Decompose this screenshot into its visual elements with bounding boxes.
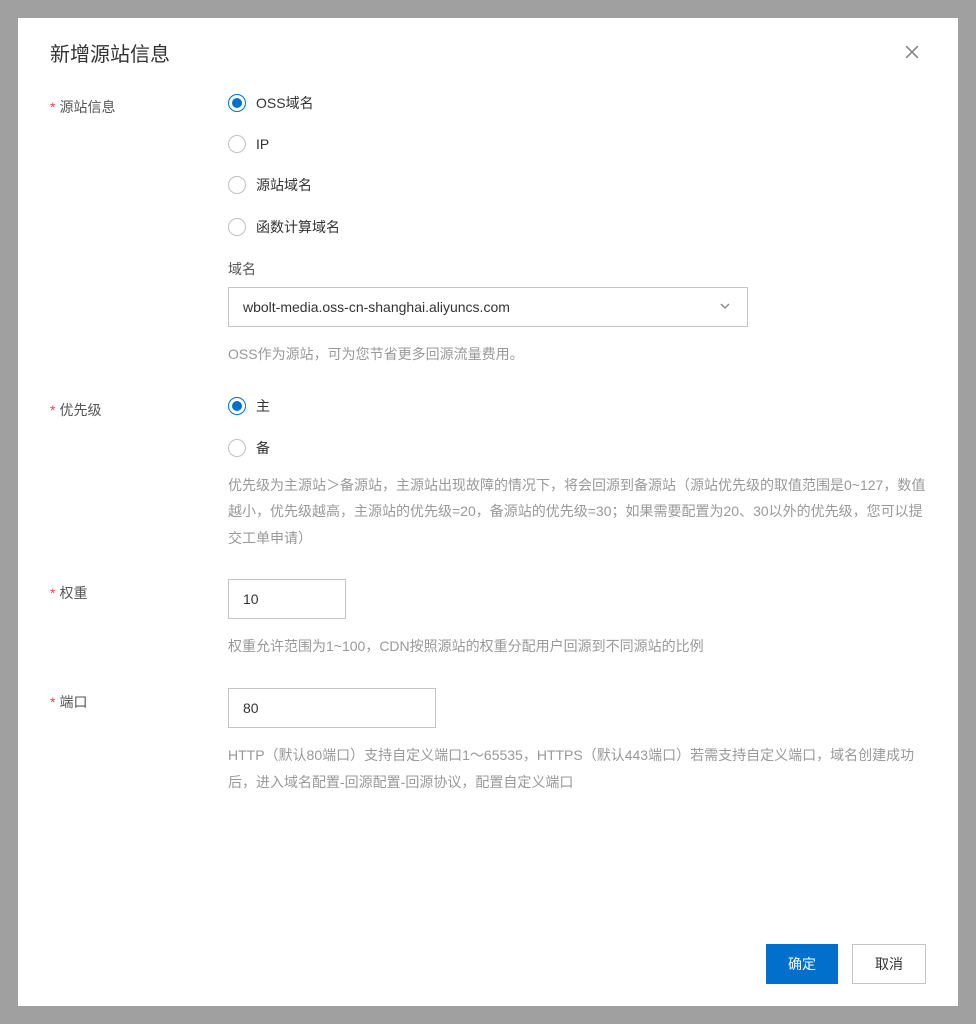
radio-fc[interactable]: 函数计算域名 [228,217,926,237]
radio-circle-icon [228,176,246,194]
radio-circle-icon [228,135,246,153]
radio-primary[interactable]: 主 [228,396,926,416]
radio-label: 函数计算域名 [256,217,340,237]
domain-select[interactable]: wbolt-media.oss-cn-shanghai.aliyuncs.com [228,287,748,327]
origin-help-text: OSS作为源站，可为您节省更多回源流量费用。 [228,341,926,368]
modal-header: 新增源站信息 [18,18,958,81]
priority-help-text: 优先级为主源站＞备源站，主源站出现故障的情况下，将会回源到备源站（源站优先级的取… [228,472,926,552]
port-content: HTTP（默认80端口）支持自定义端口1～65535，HTTPS（默认443端口… [228,688,926,795]
chevron-down-icon [717,298,733,317]
radio-label: 源站域名 [256,175,312,195]
radio-label: OSS域名 [256,93,314,113]
form-row-origin: *源站信息 OSS域名 IP 源站域名 [50,93,926,368]
origin-content: OSS域名 IP 源站域名 函数计算域名 域名 [228,93,926,368]
close-button[interactable] [898,38,926,71]
domain-select-value: wbolt-media.oss-cn-shanghai.aliyuncs.com [243,299,510,315]
modal-dialog: 新增源站信息 *源站信息 OSS域名 IP [18,18,958,1006]
form-row-port: *端口 HTTP（默认80端口）支持自定义端口1～65535，HTTPS（默认4… [50,688,926,795]
radio-circle-icon [228,397,246,415]
form-row-weight: *权重 权重允许范围为1~100，CDN按照源站的权重分配用户回源到不同源站的比… [50,579,926,660]
origin-label: *源站信息 [50,93,228,117]
port-input[interactable] [228,688,436,728]
modal-footer: 确定 取消 [18,926,958,1006]
origin-radio-group: OSS域名 IP 源站域名 函数计算域名 [228,93,926,237]
domain-sub-label: 域名 [228,259,926,279]
port-help-text: HTTP（默认80端口）支持自定义端口1～65535，HTTPS（默认443端口… [228,742,926,795]
close-icon [902,42,922,62]
radio-ip[interactable]: IP [228,135,926,153]
weight-help-text: 权重允许范围为1~100，CDN按照源站的权重分配用户回源到不同源站的比例 [228,633,926,660]
modal-body: *源站信息 OSS域名 IP 源站域名 [18,81,958,926]
radio-oss[interactable]: OSS域名 [228,93,926,113]
priority-label: *优先级 [50,396,228,420]
form-row-priority: *优先级 主 备 优先级为主源站＞备源站，主源站出现故障的情况下，将会回源到备源… [50,396,926,552]
confirm-button[interactable]: 确定 [766,944,838,984]
weight-content: 权重允许范围为1~100，CDN按照源站的权重分配用户回源到不同源站的比例 [228,579,926,660]
weight-input[interactable] [228,579,346,619]
radio-circle-icon [228,218,246,236]
radio-label: 主 [256,396,270,416]
radio-label: 备 [256,438,270,458]
weight-label: *权重 [50,579,228,603]
priority-content: 主 备 优先级为主源站＞备源站，主源站出现故障的情况下，将会回源到备源站（源站优… [228,396,926,552]
port-label: *端口 [50,688,228,712]
radio-circle-icon [228,439,246,457]
radio-label: IP [256,136,269,152]
priority-radio-group: 主 备 [228,396,926,458]
radio-domain[interactable]: 源站域名 [228,175,926,195]
modal-title: 新增源站信息 [50,38,170,67]
cancel-button[interactable]: 取消 [852,944,926,984]
radio-circle-icon [228,94,246,112]
radio-backup[interactable]: 备 [228,438,926,458]
